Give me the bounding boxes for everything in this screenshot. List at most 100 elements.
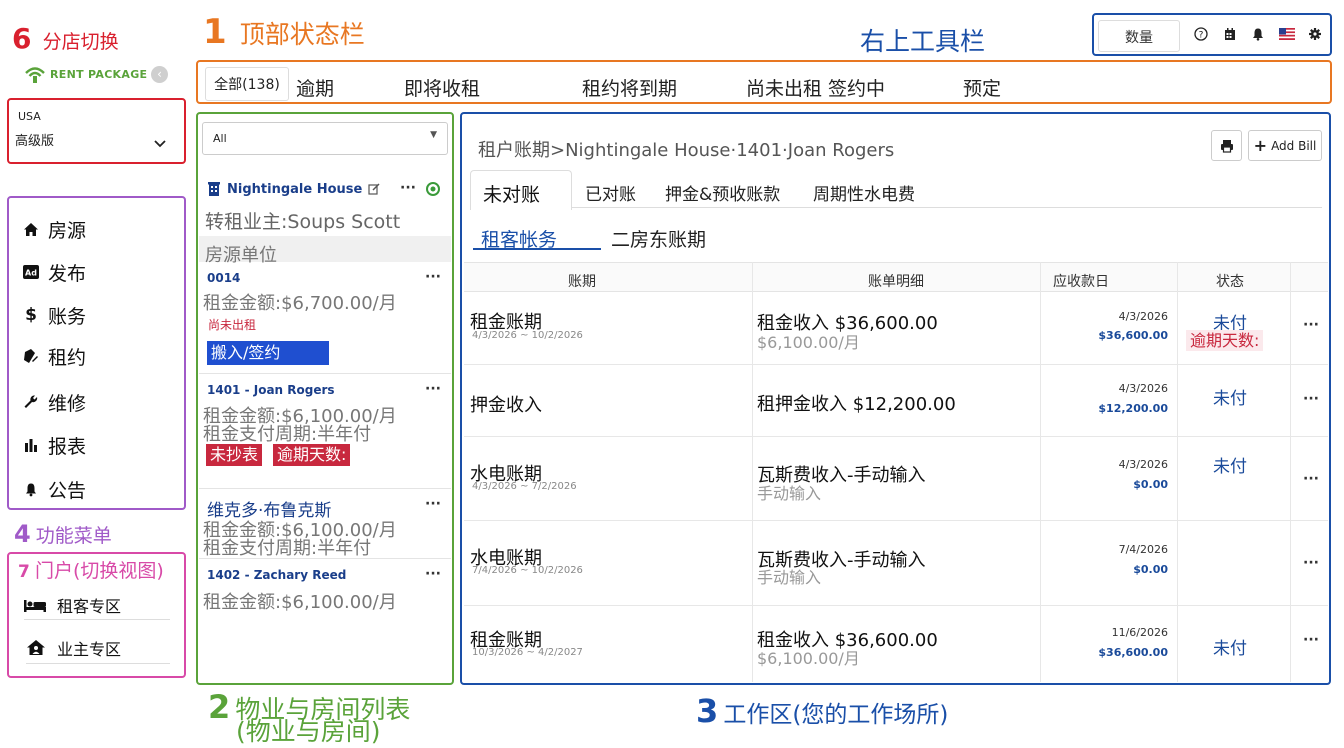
row-divider <box>464 436 1328 437</box>
tab-vacant-signing[interactable]: 尚未出租 签约中 <box>746 74 885 101</box>
work-area-annotation: 3 工作区(您的工作场所) <box>696 692 949 730</box>
tab-reserved[interactable]: 预定 <box>963 74 1001 101</box>
menu-annotation: 4 功能菜单 <box>14 520 112 548</box>
portal-label: 租客专区 <box>57 596 122 616</box>
building-icon <box>208 182 220 196</box>
row-title: 押金收入 <box>470 395 542 416</box>
menu-label: 房源 <box>48 219 87 242</box>
unit-more-icon[interactable]: ··· <box>425 381 441 397</box>
row-overdue-tag: 逾期天数: <box>1186 330 1264 351</box>
unit-title[interactable]: 0014 <box>207 271 240 285</box>
unit-more-icon[interactable]: ··· <box>425 269 441 285</box>
menu-item-leases[interactable]: 租约 <box>20 341 86 371</box>
unit-status: 尚未出租 <box>208 318 257 332</box>
add-bill-label: Add Bill <box>1271 138 1317 153</box>
col-sep <box>1040 262 1041 682</box>
row-more-icon[interactable]: ··· <box>1303 391 1319 407</box>
bed-icon <box>24 599 46 612</box>
col-sep <box>1290 262 1291 682</box>
edit-icon[interactable] <box>368 183 380 195</box>
bell-icon[interactable] <box>1251 27 1265 41</box>
move-in-sign-button[interactable]: 搬入/签约 <box>207 341 329 365</box>
unit-cycle: 租金支付周期:半年付 <box>203 424 372 445</box>
row-more-icon[interactable]: ··· <box>1303 471 1319 487</box>
row-detail-sub: $6,100.00/月 <box>757 333 860 352</box>
row-more-icon[interactable]: ··· <box>1303 555 1319 571</box>
subtab-sublandlord-billing[interactable]: 二房东账期 <box>611 225 706 252</box>
row-more-icon[interactable]: ··· <box>1303 632 1319 648</box>
unit-divider <box>199 373 451 374</box>
unit-cycle: 租金支付周期:半年付 <box>203 538 372 559</box>
menu-item-reports[interactable]: 报表 <box>20 430 86 460</box>
branch-edition: 高级版 <box>15 134 55 149</box>
column-header-detail[interactable]: 账单明细 <box>868 271 924 291</box>
unit-more-icon[interactable]: ··· <box>425 496 441 512</box>
tab-all[interactable]: 全部(138) <box>205 67 289 101</box>
menu-label: 账务 <box>48 305 87 328</box>
toolbar-annotation: 右上工具栏 <box>860 27 986 56</box>
logo-icon <box>25 67 45 83</box>
bell-icon <box>20 482 42 497</box>
row-due-date: 7/4/2026 <box>1118 543 1168 556</box>
column-header-period[interactable]: 账期 <box>568 271 596 291</box>
help-icon[interactable]: ? <box>1194 27 1208 41</box>
menu-item-maintenance[interactable]: 维修 <box>20 387 86 417</box>
row-amount[interactable]: $0.00 <box>1133 563 1168 576</box>
unit-more-icon[interactable]: ··· <box>425 566 441 582</box>
owner-home-icon <box>27 640 45 655</box>
row-divider <box>464 605 1328 606</box>
collapse-sidebar-button[interactable]: ‹ <box>151 66 168 83</box>
units-header-label: 房源单位 <box>205 245 277 266</box>
unit-rent: 租金金额:$6,700.00/月 <box>203 293 397 314</box>
gear-icon[interactable] <box>1308 27 1322 41</box>
tab-overdue[interactable]: 逾期 <box>296 74 334 101</box>
menu-item-announcements[interactable]: 公告 <box>20 474 86 504</box>
unit-title[interactable]: 1401 - Joan Rogers <box>207 383 335 397</box>
logo-text: RENT PACKAGE <box>50 67 148 81</box>
property-more-icon[interactable]: ··· <box>400 180 416 196</box>
unread-meter-tag: 未抄表 <box>206 444 263 466</box>
tab-periodic-utilities[interactable]: 周期性水电费 <box>813 180 915 205</box>
row-amount[interactable]: $36,600.00 <box>1098 329 1168 342</box>
print-button[interactable] <box>1211 130 1242 161</box>
menu-label: 发布 <box>48 262 87 285</box>
unit-title[interactable]: 1402 - Zachary Reed <box>207 568 346 582</box>
status-bar-annotation: 1 顶部状态栏 <box>203 12 365 52</box>
branch-selector[interactable]: USA 高级版 <box>12 102 182 160</box>
wrench-icon <box>20 394 42 410</box>
row-range: 7/4/2026 ~ 10/2/2026 <box>472 565 583 576</box>
menu-item-properties[interactable]: 房源 <box>20 214 86 244</box>
column-header-status[interactable]: 状态 <box>1216 271 1244 291</box>
row-divider <box>464 364 1328 365</box>
calendar-icon[interactable] <box>1223 27 1237 41</box>
portal-owner[interactable]: 业主专区 <box>26 632 170 664</box>
row-amount[interactable]: $12,200.00 <box>1098 402 1168 415</box>
menu-item-publish[interactable]: Ad 发布 <box>20 257 86 287</box>
quantity-button[interactable]: 数量 <box>1098 20 1180 52</box>
row-amount[interactable]: $0.00 <box>1133 478 1168 491</box>
ad-icon: Ad <box>20 265 42 279</box>
row-more-icon[interactable]: ··· <box>1303 317 1319 333</box>
menu-label: 报表 <box>48 435 87 458</box>
row-status: 未付 <box>1213 389 1247 409</box>
portal-tenant[interactable]: 租客专区 <box>24 590 170 620</box>
menu-item-accounting[interactable]: $ 账务 <box>20 300 86 330</box>
us-flag-icon[interactable] <box>1279 27 1295 41</box>
row-due-date: 4/3/2026 <box>1118 458 1168 471</box>
tab-upcoming-rent[interactable]: 即将收租 <box>404 74 480 101</box>
tab-reconciled[interactable]: 已对账 <box>585 180 636 205</box>
tab-lease-expiring[interactable]: 租约将到期 <box>582 74 677 101</box>
tab-deposit-prepaid[interactable]: 押金&预收账款 <box>665 180 780 205</box>
property-filter-select[interactable]: All ▼ <box>202 122 448 155</box>
row-range: 4/3/2026 ~ 7/2/2026 <box>472 481 577 492</box>
column-header-due-date[interactable]: 应收款日 <box>1053 271 1109 291</box>
row-due-date: 11/6/2026 <box>1111 626 1168 639</box>
row-amount[interactable]: $36,600.00 <box>1098 646 1168 659</box>
property-name[interactable]: Nightingale House <box>227 182 362 197</box>
add-bill-button[interactable]: + Add Bill <box>1248 130 1322 161</box>
tab-unreconciled[interactable]: 未对账 <box>470 170 572 210</box>
tabs-underline <box>572 207 1322 208</box>
row-status: 未付 <box>1213 457 1247 477</box>
bar-chart-icon <box>20 437 42 453</box>
menu-label: 维修 <box>48 392 87 415</box>
